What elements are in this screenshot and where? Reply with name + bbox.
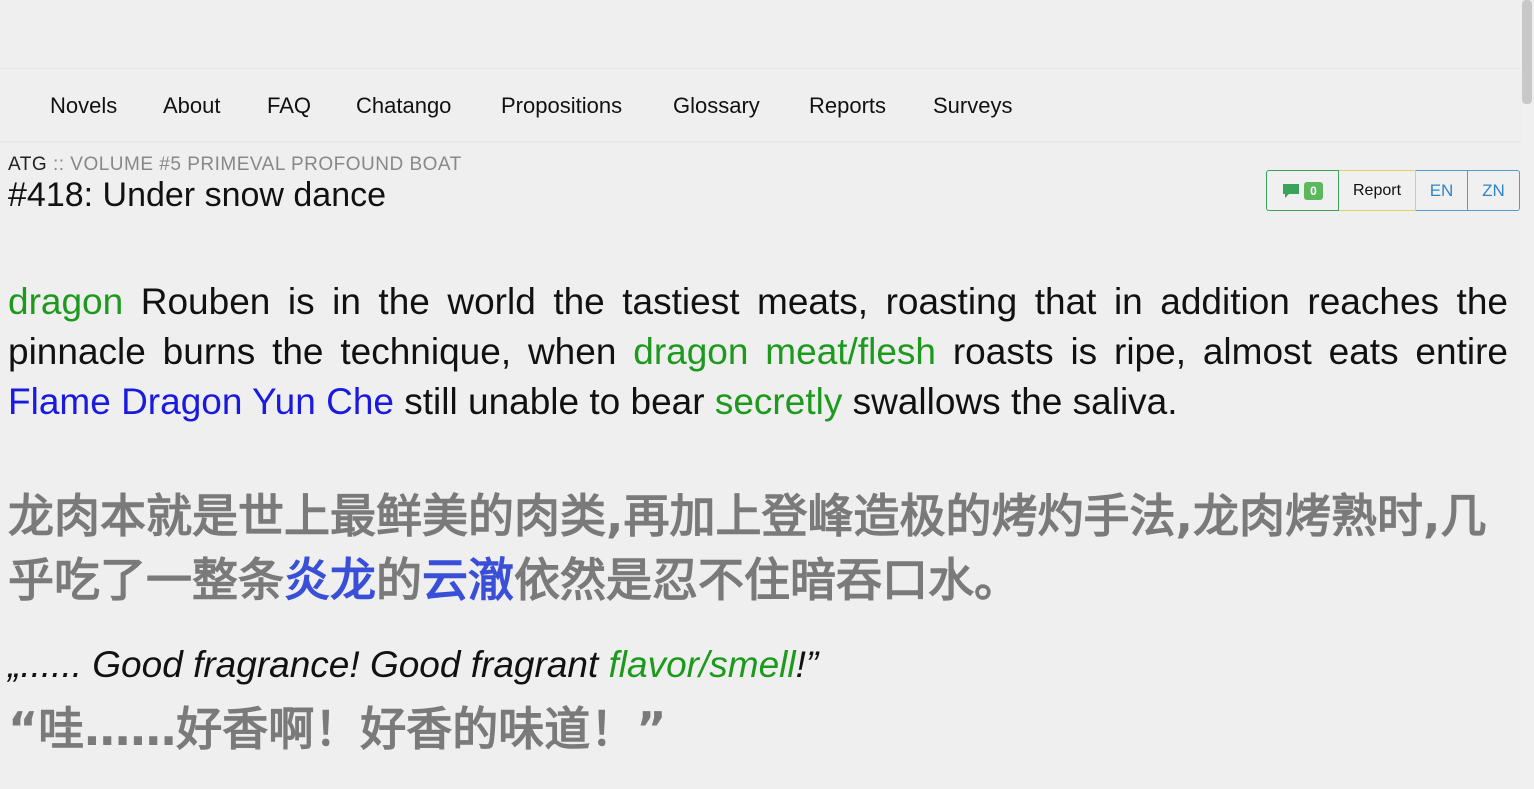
glossary-name[interactable]: Flame Dragon Yun Che [8, 381, 394, 422]
nav-item-glossary[interactable]: Glossary [673, 93, 760, 119]
nav-item-chatango[interactable]: Chatango [356, 93, 451, 119]
language-en-button[interactable]: EN [1416, 170, 1468, 211]
nav-item-about[interactable]: About [163, 93, 221, 119]
breadcrumb-volume: VOLUME #5 PRIMEVAL PROFOUND BOAT [70, 154, 462, 175]
nav-item-surveys[interactable]: Surveys [933, 93, 1012, 119]
report-button[interactable]: Report [1339, 170, 1416, 211]
breadcrumb-novel[interactable]: ATG [8, 154, 47, 175]
breadcrumb-separator: :: [52, 154, 65, 175]
paragraph-chinese-1: 龙肉本就是世上最鲜美的肉类,再加上登峰造极的烤灼手法,龙肉烤熟时,几乎吃了一整条… [8, 484, 1508, 612]
comments-button[interactable]: 0 [1266, 170, 1339, 211]
english-text: !” [795, 644, 819, 685]
chinese-text: “哇……好香啊！好香的味道！” [8, 702, 667, 756]
english-text: still unable to bear [394, 381, 715, 422]
main-navbar: Novels About FAQ Chatango Propositions G… [0, 68, 1520, 142]
glossary-term[interactable]: secretly [715, 381, 842, 422]
breadcrumb: ATG :: VOLUME #5 PRIMEVAL PROFOUND BOAT [8, 154, 462, 176]
paragraph-english-1: dragon Rouben is in the world the tastie… [8, 277, 1508, 427]
chinese-text: 依然是忍不住暗吞口水。 [514, 553, 1020, 607]
chinese-text: 的 [376, 553, 422, 607]
english-text: roasts is ripe, almost eats entire [936, 331, 1508, 372]
scrollbar-thumb[interactable] [1522, 0, 1532, 104]
paragraph-chinese-2: “哇……好香啊！好香的味道！” [8, 697, 1508, 761]
glossary-name-zh[interactable]: 云澈 [422, 553, 514, 607]
glossary-term[interactable]: dragon [8, 281, 123, 322]
nav-item-reports[interactable]: Reports [809, 93, 886, 119]
glossary-term[interactable]: dragon meat/flesh [633, 331, 936, 372]
vertical-scrollbar[interactable] [1520, 0, 1534, 789]
paragraph-english-2: „...... Good fragrance! Good fragrant fl… [8, 640, 1508, 690]
nav-item-novels[interactable]: Novels [50, 93, 117, 119]
glossary-term[interactable]: flavor/smell [609, 644, 796, 685]
chapter-title: #418: Under snow dance [8, 176, 387, 214]
nav-item-faq[interactable]: FAQ [267, 93, 311, 119]
glossary-name-zh[interactable]: 炎龙 [284, 553, 376, 607]
english-text: „...... Good fragrance! Good fragrant [8, 644, 609, 685]
nav-item-propositions[interactable]: Propositions [501, 93, 622, 119]
comment-icon [1283, 183, 1300, 198]
comment-count-badge: 0 [1304, 181, 1323, 200]
chapter-toolbar: 0 Report EN ZN [1266, 170, 1520, 211]
language-zn-button[interactable]: ZN [1468, 170, 1520, 211]
english-text: swallows the saliva. [842, 381, 1178, 422]
